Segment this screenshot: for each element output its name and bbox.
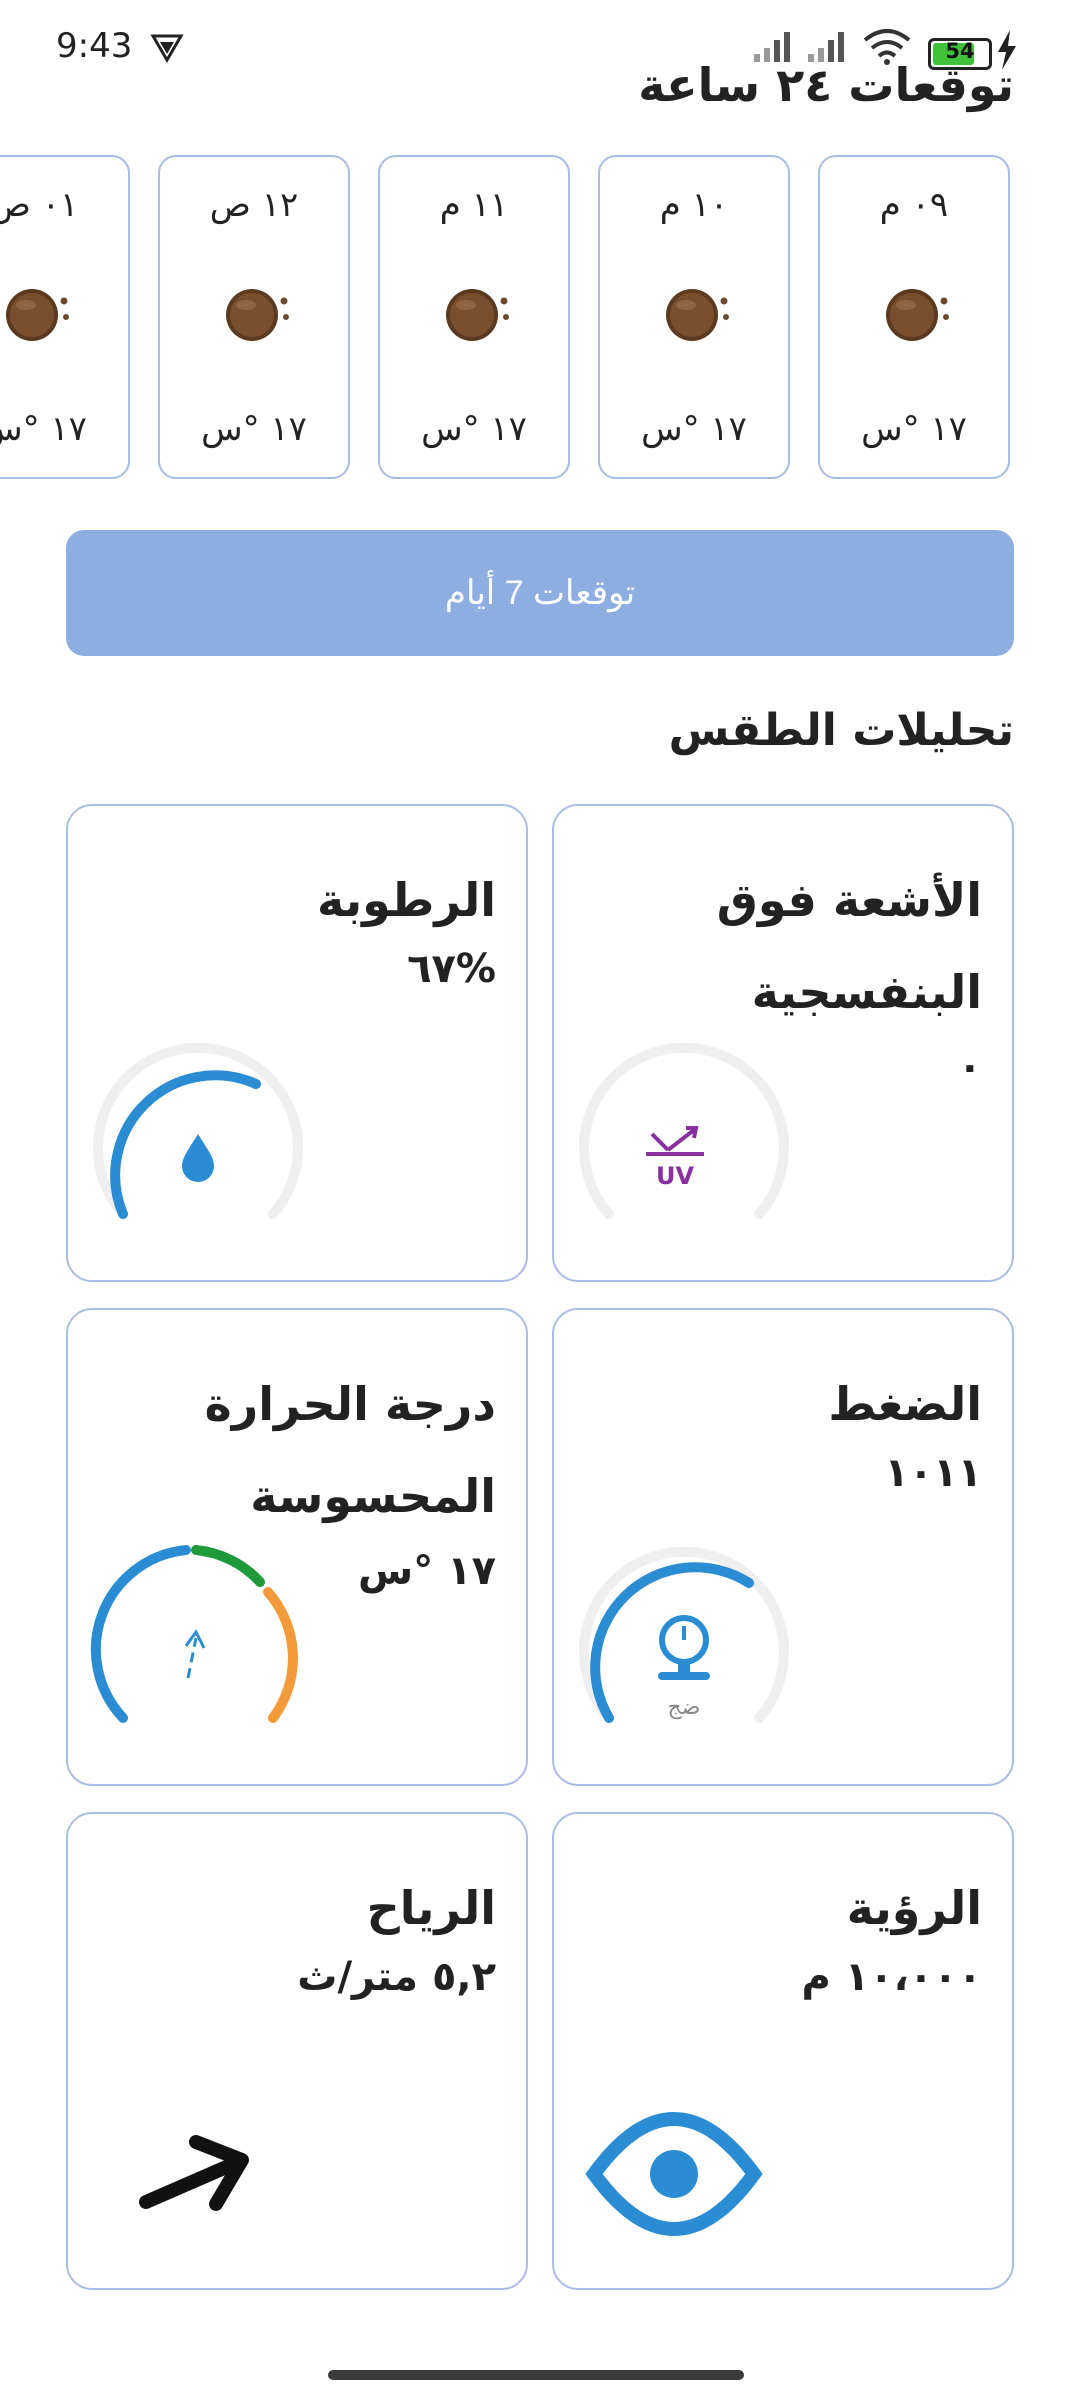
hourly-forecast-strip[interactable]: ٠٩ م ١٧ °س ١٠ م ١٧ °س ١١ م ١٧ °س ١٢ ص ١٧… <box>0 155 1080 485</box>
hour-temp: ١٧ °س <box>0 409 87 449</box>
humidity-title: الرطوبة <box>317 873 496 927</box>
night-weather-icon <box>666 289 729 341</box>
hour-card[interactable]: ١١ م ١٧ °س <box>378 155 570 479</box>
night-weather-icon <box>226 289 289 341</box>
hour-time: ١١ م <box>439 185 509 225</box>
humidity-card[interactable]: الرطوبة %٦٧ <box>66 804 528 1282</box>
hour-time: ٠١ ص <box>0 185 79 225</box>
visibility-card[interactable]: الرؤية ١٠،٠٠٠ م <box>552 1812 1014 2290</box>
hour-time: ١٠ م <box>659 185 729 225</box>
feels-like-value: ١٧ °س <box>358 1548 496 1594</box>
barometer-icon <box>658 1615 710 1680</box>
hour-temp: ١٧ °س <box>641 409 747 449</box>
wind-card[interactable]: الرياح ٥,٢ متر/ث <box>66 1812 528 2290</box>
pressure-value: ١٠١١ <box>884 1450 982 1496</box>
night-weather-icon <box>886 289 949 341</box>
pressure-unit: ضج <box>668 1695 701 1720</box>
humidity-gauge <box>93 1042 303 1219</box>
hour-temp: ١٧ °س <box>201 409 307 449</box>
uv-value: ٠ <box>957 1044 982 1090</box>
hour-card[interactable]: ٠٩ م ١٧ °س <box>818 155 1010 479</box>
feels-like-card[interactable]: درجة الحرارة المحسوسة ١٧ °س <box>66 1308 528 1786</box>
uv-icon: UV <box>646 1126 704 1190</box>
water-drop-icon <box>182 1134 214 1182</box>
home-indicator[interactable] <box>328 2370 744 2380</box>
wind-value: ٥,٢ متر/ث <box>297 1954 496 2000</box>
hour-temp: ١٧ °س <box>861 409 967 449</box>
hour-temp: ١٧ °س <box>421 409 527 449</box>
night-weather-icon <box>6 289 69 341</box>
hour-card[interactable]: ١٠ م ١٧ °س <box>598 155 790 479</box>
visibility-value: ١٠،٠٠٠ م <box>801 1954 982 2000</box>
uv-icon-label: UV <box>656 1162 694 1190</box>
hourly-forecast-title: توقعات ٢٤ ساعة <box>638 58 1014 112</box>
uv-gauge: UV <box>579 1042 789 1219</box>
hour-time: ٠٩ م <box>879 185 949 225</box>
feels-like-arrow-icon <box>184 1629 206 1679</box>
status-time: 9:43 <box>56 26 133 66</box>
humidity-value: %٦٧ <box>407 946 496 992</box>
feels-like-gauge <box>90 1545 298 1723</box>
uv-card[interactable]: الأشعة فوق البنفسجية ٠ UV <box>552 804 1014 1282</box>
uv-title: الأشعة فوق البنفسجية <box>716 873 982 1019</box>
weather-analysis-title: تحليلات الطقس <box>668 705 1014 756</box>
night-weather-icon <box>446 289 509 341</box>
hour-time: ١٢ ص <box>209 185 299 225</box>
visibility-title: الرؤية <box>846 1881 982 1935</box>
eye-icon <box>585 2112 763 2236</box>
wind-direction-icon <box>139 2135 249 2211</box>
pressure-gauge: ضج <box>579 1546 789 1723</box>
pressure-card[interactable]: الضغط ١٠١١ ضج <box>552 1308 1014 1786</box>
feels-like-title: درجة الحرارة المحسوسة <box>204 1377 496 1523</box>
hour-card[interactable]: ٠١ ص ١٧ °س <box>0 155 130 479</box>
wind-title: الرياح <box>366 1881 496 1935</box>
vpn-icon <box>150 34 184 63</box>
hour-card[interactable]: ١٢ ص ١٧ °س <box>158 155 350 479</box>
pressure-title: الضغط <box>828 1377 982 1431</box>
seven-day-forecast-button[interactable]: توقعات 7 أيام <box>66 530 1014 656</box>
